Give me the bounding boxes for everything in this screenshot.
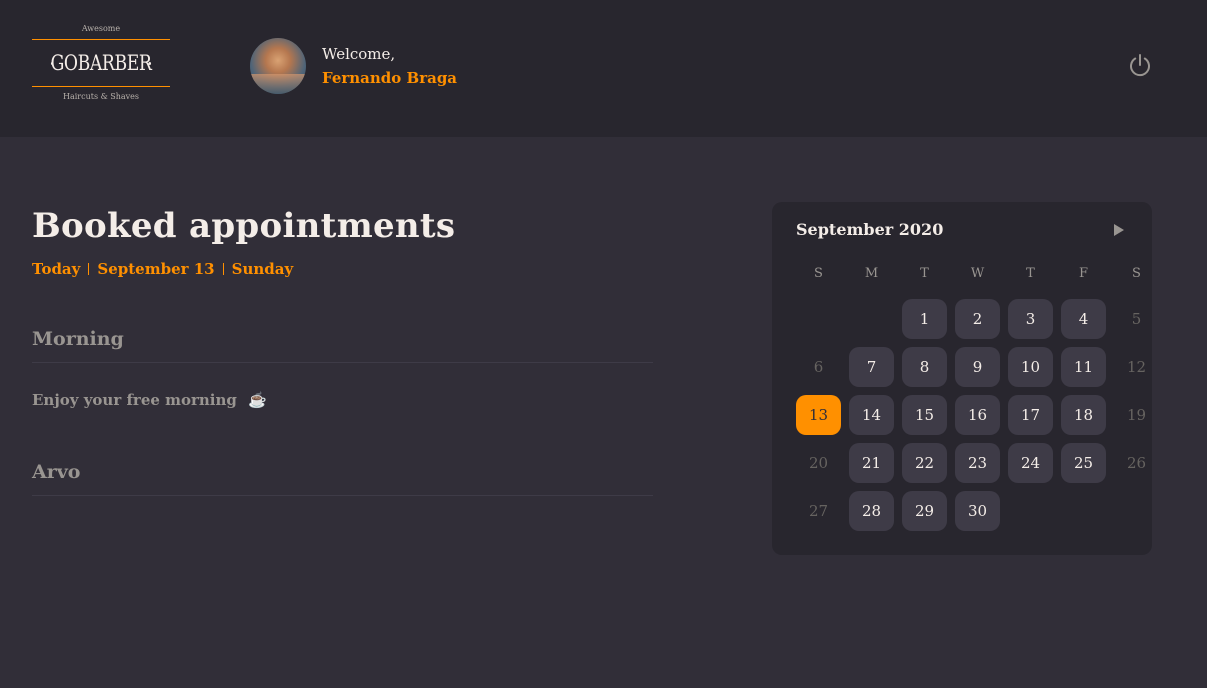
calendar-month-label: September 2020 (796, 220, 944, 239)
logo-top-text: Awesome (81, 24, 121, 33)
welcome-block: Welcome, Fernando Braga (322, 42, 457, 90)
date-separator (88, 263, 90, 275)
calendar-day[interactable]: 4 (1061, 299, 1106, 339)
weekday-label: Sunday (231, 260, 294, 278)
calendar-day[interactable]: 29 (902, 491, 947, 531)
calendar-day[interactable]: 24 (1008, 443, 1053, 483)
weekday-header: S (1132, 266, 1141, 281)
user-name-link[interactable]: Fernando Braga (322, 66, 457, 90)
calendar-day[interactable]: 14 (849, 395, 894, 435)
calendar-day[interactable]: 8 (902, 347, 947, 387)
calendar-day[interactable]: 17 (1008, 395, 1053, 435)
calendar-day-selected[interactable]: 13 (796, 395, 841, 435)
today-label: Today (32, 260, 81, 278)
next-month-icon[interactable] (1112, 222, 1126, 238)
morning-section-title: Morning (32, 328, 653, 363)
power-icon-svg (1130, 54, 1150, 77)
calendar-day[interactable]: 28 (849, 491, 894, 531)
logo-wordmark: GOBARBER (44, 40, 157, 86)
gobarber-logo[interactable]: Awesome GOBARBER Haircuts & Shaves (32, 24, 170, 110)
page-title: Booked appointments (32, 206, 456, 246)
calendar-day: 12 (1126, 358, 1147, 376)
calendar-day: 5 (1131, 310, 1142, 328)
calendar-day[interactable]: 22 (902, 443, 947, 483)
calendar-day[interactable]: 2 (955, 299, 1000, 339)
date-separator (222, 263, 224, 275)
calendar-day[interactable]: 11 (1061, 347, 1106, 387)
logo-bottom-text: Haircuts & Shaves (62, 92, 140, 101)
calendar-day: 6 (813, 358, 824, 376)
logo-dot-right (148, 62, 152, 65)
calendar-day[interactable]: 3 (1008, 299, 1053, 339)
power-icon[interactable] (1127, 52, 1153, 78)
date-picker-calendar: September 2020 S M T W T F S 1 2 3 4 5 6 7 8 9 10 11 12 13 1… (772, 202, 1152, 555)
free-morning-note: Enjoy your free morning ☕ (32, 389, 267, 411)
coffee-icon: ☕ (248, 391, 267, 409)
calendar-day[interactable]: 23 (955, 443, 1000, 483)
weekday-header: F (1078, 266, 1089, 281)
calendar-day[interactable]: 25 (1061, 443, 1106, 483)
calendar-day: 26 (1126, 454, 1147, 472)
calendar-day[interactable]: 7 (849, 347, 894, 387)
logo-dot-left (50, 62, 54, 65)
calendar-day: 27 (808, 502, 829, 520)
user-avatar[interactable] (250, 38, 306, 94)
afternoon-section-title: Arvo (32, 461, 653, 496)
calendar-day[interactable]: 21 (849, 443, 894, 483)
calendar-day[interactable]: 10 (1008, 347, 1053, 387)
weekday-header: S (814, 266, 823, 281)
calendar-day[interactable]: 18 (1061, 395, 1106, 435)
weekday-header: W (970, 266, 985, 281)
calendar-day[interactable]: 1 (902, 299, 947, 339)
date-label: September 13 (97, 260, 215, 278)
calendar-day[interactable]: 9 (955, 347, 1000, 387)
free-morning-text: Enjoy your free morning (32, 391, 237, 409)
weekday-header: T (920, 266, 929, 281)
avatar-image-reflection (250, 74, 306, 94)
welcome-text: Welcome, (322, 45, 396, 63)
weekday-header: M (864, 266, 879, 281)
logo-divider-bottom (32, 86, 170, 87)
next-month-icon-svg (1114, 224, 1124, 236)
weekday-header: T (1026, 266, 1035, 281)
calendar-day[interactable]: 30 (955, 491, 1000, 531)
date-info: Today September 13 Sunday (32, 259, 293, 279)
calendar-day[interactable]: 15 (902, 395, 947, 435)
calendar-day[interactable]: 16 (955, 395, 1000, 435)
app-header: Awesome GOBARBER Haircuts & Shaves Welco… (0, 0, 1207, 137)
calendar-day: 19 (1126, 406, 1147, 424)
logo-brand: GOBARBER (50, 51, 152, 75)
calendar-day: 20 (808, 454, 829, 472)
